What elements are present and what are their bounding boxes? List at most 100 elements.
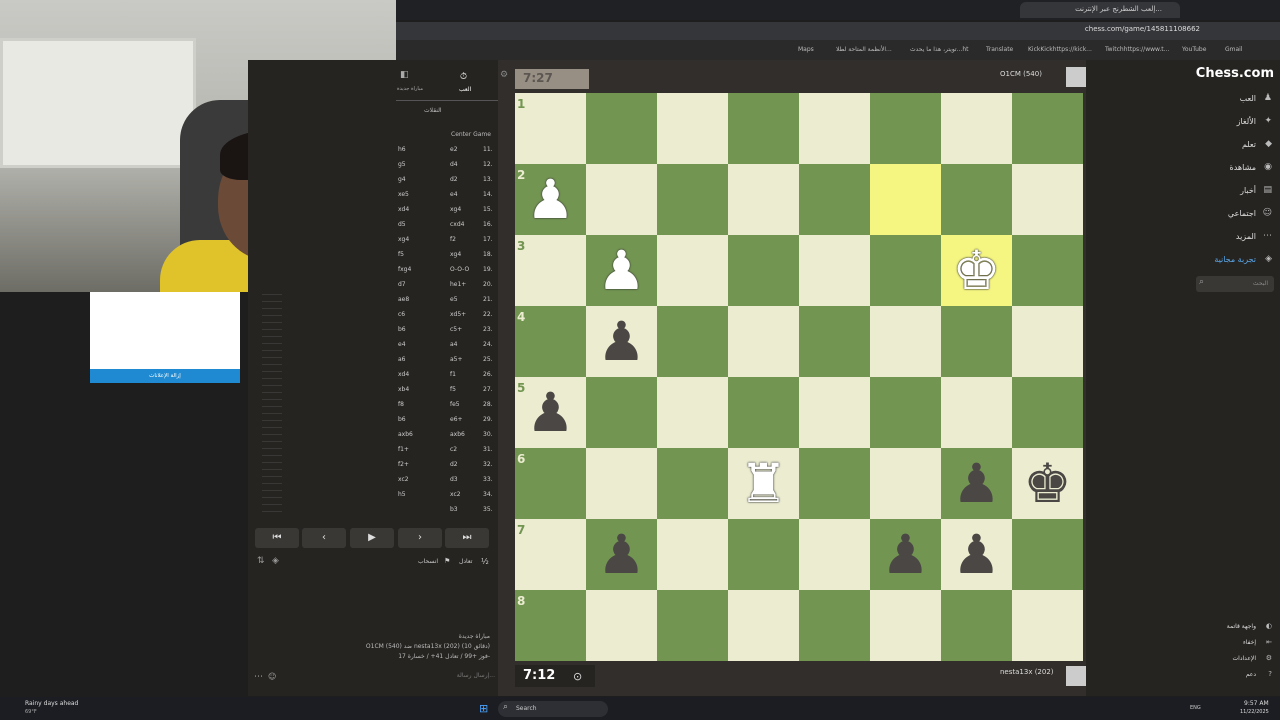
white-move[interactable]: O-O-O — [450, 266, 469, 273]
black-move[interactable]: b6 — [398, 326, 406, 333]
black-move[interactable]: g4 — [398, 176, 406, 183]
board-square[interactable] — [586, 164, 657, 235]
black-pawn[interactable]: ♟ — [941, 448, 1012, 519]
board-square[interactable] — [1012, 306, 1083, 377]
black-pawn[interactable]: ♟ — [515, 377, 586, 448]
bookmark[interactable]: Translate — [986, 46, 1013, 53]
white-move[interactable]: f1 — [450, 371, 456, 378]
bottom-player-name[interactable]: nesta13x (202) — [1000, 668, 1054, 676]
white-move[interactable]: a5+ — [450, 356, 463, 363]
board-square[interactable] — [941, 306, 1012, 377]
board-square[interactable] — [586, 377, 657, 448]
board-square[interactable] — [799, 519, 870, 590]
black-move[interactable]: f5 — [398, 251, 404, 258]
board-square[interactable] — [657, 93, 728, 164]
white-move[interactable]: he1+ — [450, 281, 466, 288]
flag-icon[interactable]: ⚑ — [444, 557, 450, 565]
taskbar-search[interactable] — [498, 701, 608, 717]
board-square[interactable] — [1012, 164, 1083, 235]
board-square[interactable] — [799, 164, 870, 235]
windows-icon[interactable]: ⊞ — [479, 702, 488, 715]
nav-item-play[interactable]: العب — [1240, 94, 1256, 103]
nav-bottom-collapse[interactable]: إخفاء — [1243, 639, 1256, 646]
black-pawn[interactable]: ♟ — [870, 519, 941, 590]
gear-icon[interactable]: ⚙ — [500, 70, 508, 80]
prev-move-button[interactable]: ‹ — [302, 528, 346, 548]
board-square[interactable] — [586, 93, 657, 164]
white-move[interactable]: e2 — [450, 146, 458, 153]
board-square[interactable] — [657, 164, 728, 235]
board-square[interactable] — [728, 93, 799, 164]
white-move[interactable]: xg4 — [450, 251, 461, 258]
board-square[interactable] — [1012, 590, 1083, 661]
black-move[interactable]: ae8 — [398, 296, 409, 303]
bookmark[interactable]: KickKickhttps://kick... — [1028, 46, 1092, 53]
board-square[interactable] — [657, 519, 728, 590]
white-pawn[interactable]: ♟ — [515, 164, 586, 235]
board-square[interactable] — [941, 93, 1012, 164]
chat-input[interactable]: إرسال رسالة... — [300, 672, 495, 679]
board-square[interactable] — [515, 235, 586, 306]
black-move[interactable]: d7 — [398, 281, 406, 288]
white-move[interactable]: fe5 — [450, 401, 460, 408]
board-square[interactable] — [728, 235, 799, 306]
clock-date[interactable]: 11/22/2025 — [1240, 709, 1269, 715]
url-text[interactable]: chess.com/game/145811108662 — [1085, 25, 1200, 33]
language-indicator[interactable]: ENG — [1190, 705, 1201, 711]
black-move[interactable]: d5 — [398, 221, 406, 228]
black-move[interactable]: b6 — [398, 416, 406, 423]
white-move[interactable]: e5 — [450, 296, 458, 303]
bookmark[interactable]: YouTube — [1182, 46, 1206, 53]
weather-text[interactable]: Rainy days ahead — [25, 700, 78, 707]
nav-item-more[interactable]: المزيد — [1236, 232, 1256, 241]
white-move[interactable]: cxd4 — [450, 221, 464, 228]
clock-toggle-icon[interactable]: ⊙ — [573, 670, 582, 683]
board-square[interactable] — [799, 448, 870, 519]
flip-board-icon[interactable]: ⇅ — [257, 556, 265, 566]
board-square[interactable] — [799, 306, 870, 377]
chess-logo[interactable]: Chess.com — [1196, 66, 1274, 81]
remove-ads-button[interactable]: إزالة الإعلانات — [90, 369, 240, 383]
board-square[interactable] — [657, 306, 728, 377]
black-move[interactable]: xc2 — [398, 476, 409, 483]
black-move[interactable]: h5 — [398, 491, 406, 498]
nav-item-learn[interactable]: تعلم — [1242, 140, 1256, 149]
board-square[interactable] — [799, 235, 870, 306]
white-move[interactable]: d2 — [450, 461, 458, 468]
nav-item-social[interactable]: اجتماعي — [1228, 209, 1256, 218]
white-move[interactable]: f2 — [450, 236, 456, 243]
bookmark[interactable]: Maps — [798, 46, 814, 53]
white-move[interactable]: c5+ — [450, 326, 462, 333]
board-square[interactable] — [941, 164, 1012, 235]
board-square[interactable] — [657, 590, 728, 661]
bottom-player-avatar[interactable] — [1066, 666, 1086, 686]
board-square[interactable] — [870, 590, 941, 661]
black-move[interactable]: c6 — [398, 311, 405, 318]
board-square[interactable] — [870, 235, 941, 306]
clock-icon[interactable]: ⏱ — [460, 72, 467, 82]
top-player-avatar[interactable] — [1066, 67, 1086, 87]
board-square[interactable] — [515, 519, 586, 590]
bookmark[interactable]: تويتر، هذا ما يحدث...ht — [910, 46, 968, 53]
nav-bottom-settings[interactable]: الإعدادات — [1233, 655, 1256, 662]
black-king[interactable]: ♚ — [1012, 448, 1083, 519]
clock-time[interactable]: 9:57 AM — [1244, 700, 1269, 707]
nav-item-puzzles[interactable]: الألغاز — [1237, 117, 1256, 126]
board-square[interactable] — [870, 306, 941, 377]
white-move[interactable]: d2 — [450, 176, 458, 183]
black-move[interactable]: xd4 — [398, 371, 409, 378]
black-move[interactable]: xb4 — [398, 386, 409, 393]
board-square[interactable] — [728, 519, 799, 590]
board-square[interactable] — [870, 377, 941, 448]
black-move[interactable]: h6 — [398, 146, 406, 153]
white-move[interactable]: c2 — [450, 446, 457, 453]
black-move[interactable]: f2+ — [398, 461, 409, 468]
black-pawn[interactable]: ♟ — [941, 519, 1012, 590]
white-move[interactable]: f5 — [450, 386, 456, 393]
board-square[interactable] — [728, 590, 799, 661]
black-move[interactable]: xg4 — [398, 236, 409, 243]
board-square[interactable] — [586, 448, 657, 519]
bookmark[interactable]: الأنظمة المتاحة لطلا... — [836, 46, 892, 53]
moves-subtab[interactable]: النقلات — [424, 107, 442, 114]
bookmark[interactable]: Gmail — [1225, 46, 1243, 53]
